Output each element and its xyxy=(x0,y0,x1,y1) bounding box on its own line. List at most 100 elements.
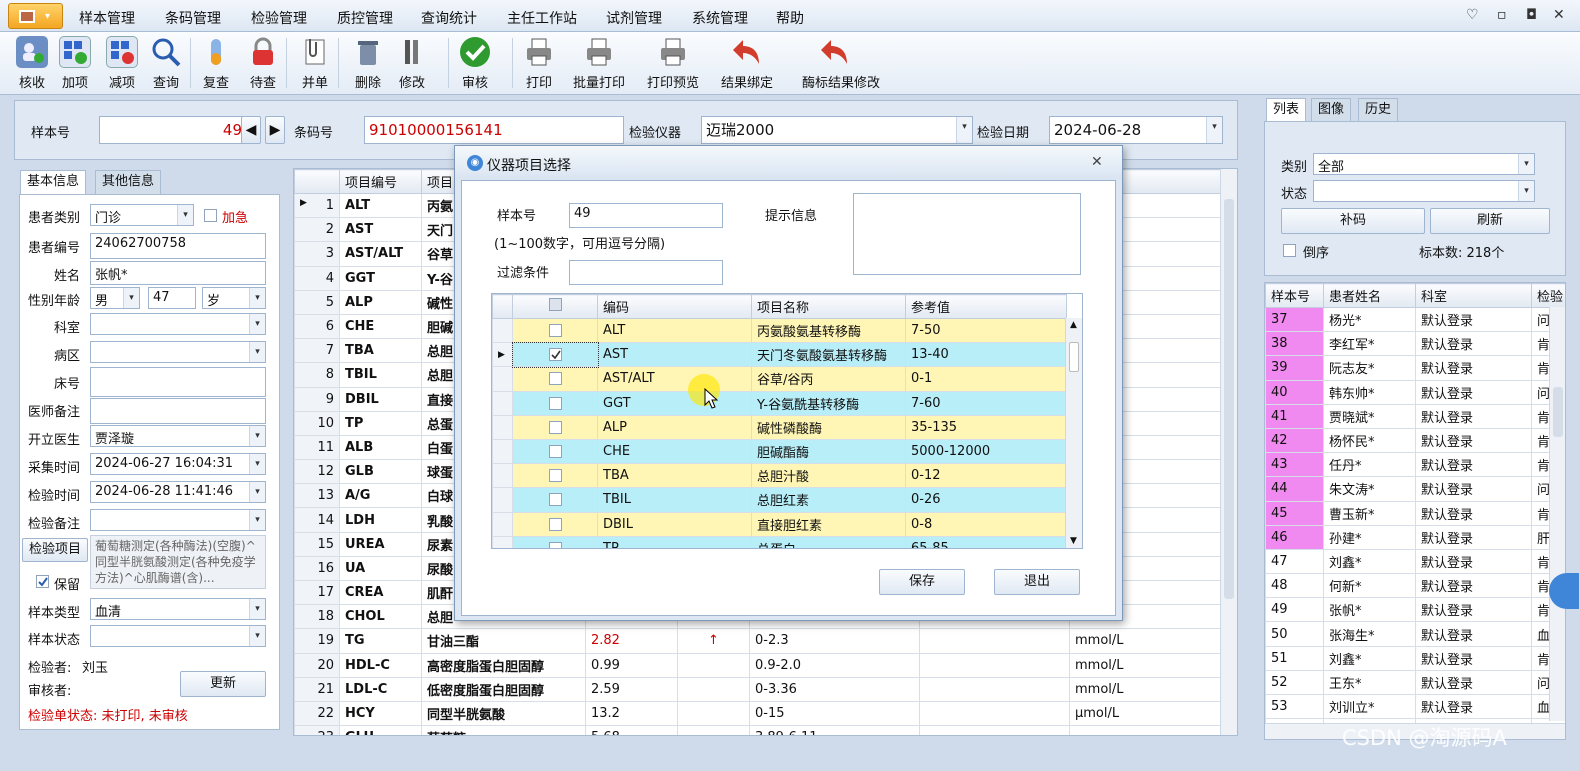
modify-button[interactable]: 修改 xyxy=(385,34,439,92)
scroll-down-icon[interactable]: ▼ xyxy=(1070,536,1077,546)
gender-select[interactable]: 男 ▾ xyxy=(90,287,140,309)
tab-other-info[interactable]: 其他信息 xyxy=(95,170,162,194)
category-select[interactable]: 全部 ▾ xyxy=(1313,153,1535,175)
menu-item[interactable]: 质控管理 xyxy=(337,8,393,28)
prev-sample-button[interactable]: ◀ xyxy=(241,116,261,144)
item-checkbox[interactable] xyxy=(548,348,562,362)
result-value[interactable]: 2.82 xyxy=(585,628,678,654)
sample-list-row[interactable]: 46 孙建* 默认登录肝 xyxy=(1265,524,1565,550)
menu-item[interactable]: 主任工作站 xyxy=(507,8,577,28)
item-checkbox[interactable] xyxy=(548,324,562,338)
test-note-select[interactable]: ▾ xyxy=(90,509,266,531)
dialog-item-row[interactable]: ALP 碱性磷酸酶 35-135 xyxy=(492,414,1067,440)
result-row[interactable]: 22 HCY 同型半胱氨酸 13.2 0-15 μmol/L xyxy=(294,700,1223,727)
result-value[interactable]: 5.68 xyxy=(585,725,678,735)
name-input[interactable]: 张帆* xyxy=(90,261,266,285)
refresh-button[interactable]: 刷新 xyxy=(1430,208,1550,234)
close-icon[interactable]: ✕ xyxy=(1091,154,1103,170)
supplement-button[interactable]: 补码 xyxy=(1281,208,1425,234)
dialog-item-row[interactable]: DBIL 直接胆红素 0-8 xyxy=(492,511,1067,537)
age-input[interactable]: 47 xyxy=(148,287,196,309)
dialog-item-row[interactable]: ALT 丙氨酸氨基转移酶 7-50 xyxy=(492,317,1067,344)
tab-history[interactable]: 历史 xyxy=(1358,98,1399,122)
bed-input[interactable] xyxy=(90,367,266,397)
tab-list[interactable]: 列表 xyxy=(1266,98,1307,122)
item-checkbox[interactable] xyxy=(548,517,562,531)
elisa-modify-button[interactable]: 酶标结果修改 xyxy=(802,34,880,92)
doctor-note-input[interactable] xyxy=(90,398,266,424)
patient-type-select[interactable]: 门诊 ▾ xyxy=(90,204,194,226)
keep-checkbox[interactable] xyxy=(36,575,49,588)
save-button[interactable]: 保存 xyxy=(879,569,965,595)
result-row[interactable]: 20 HDL-C 高密度脂蛋白胆固醇 0.99 0.9-2.0 mmol/L xyxy=(294,652,1223,678)
age-unit-select[interactable]: 岁 ▾ xyxy=(202,287,266,309)
menu-item[interactable]: 查询统计 xyxy=(421,8,477,28)
restore-icon[interactable]: ▫ xyxy=(1497,7,1507,23)
dialog-grid-scrollbar[interactable]: ▲ ▼ xyxy=(1065,318,1082,548)
merge-button[interactable]: 并单 xyxy=(288,34,342,92)
print-button[interactable]: 打印 xyxy=(512,34,566,92)
item-checkbox[interactable] xyxy=(548,541,562,548)
doctor-select[interactable]: 贾泽璇 ▾ xyxy=(90,425,266,447)
result-value[interactable]: 0.99 xyxy=(585,652,678,678)
maximize-icon[interactable]: ◘ xyxy=(1526,7,1537,23)
update-button[interactable]: 更新 xyxy=(180,671,266,697)
item-checkbox[interactable] xyxy=(548,469,562,483)
result-value[interactable]: 2.59 xyxy=(585,676,678,702)
sample-list-row[interactable]: 52 王东* 默认登录问 xyxy=(1265,669,1565,696)
item-checkbox[interactable] xyxy=(548,493,562,507)
dialog-item-row[interactable]: TBA 总胆汁酸 0-12 xyxy=(492,463,1067,489)
select-all-checkbox[interactable] xyxy=(548,298,562,311)
menu-item[interactable]: 帮助 xyxy=(776,8,804,28)
menu-item[interactable]: 检验管理 xyxy=(251,8,307,28)
dept-select[interactable]: ▾ xyxy=(90,313,266,335)
app-menu-button[interactable]: ▾ xyxy=(8,3,63,29)
test-items-button[interactable]: 检验项目 xyxy=(22,538,88,562)
test-time-picker[interactable]: 2024-06-28 11:41:46 ▾ xyxy=(90,481,266,503)
sample-list-row[interactable]: 51 刘鑫* 默认登录肯 xyxy=(1265,645,1565,671)
exit-button[interactable]: 退出 xyxy=(994,569,1080,595)
item-checkbox[interactable] xyxy=(548,445,562,459)
sample-list-row[interactable]: 45 曹玉新* 默认登录肯 xyxy=(1265,500,1565,526)
barcode-input[interactable]: 91010000156141 xyxy=(364,116,624,144)
tab-image[interactable]: 图像 xyxy=(1311,98,1352,122)
sample-list-row[interactable]: 37 杨光* 默认登录问 xyxy=(1265,306,1565,333)
date-picker[interactable]: 2024-06-28 ▾ xyxy=(1049,116,1223,144)
tab-basic-info[interactable]: 基本信息 xyxy=(20,170,87,194)
collect-time-picker[interactable]: 2024-06-27 16:04:31 ▾ xyxy=(90,453,266,475)
sample-list-row[interactable]: 48 何新* 默认登录肯 xyxy=(1265,573,1565,599)
sample-list-row[interactable]: 40 韩东帅* 默认登录问 xyxy=(1265,379,1565,405)
sample-list-row[interactable]: 43 任丹* 默认登录肯 xyxy=(1265,452,1565,478)
item-checkbox[interactable] xyxy=(548,372,562,386)
dialog-item-row[interactable]: GGT Y-谷氨酰基转移酶 7-60 xyxy=(492,390,1067,416)
sample-type-select[interactable]: 血清 ▾ xyxy=(90,598,266,620)
dialog-item-row[interactable]: TBIL 总胆红素 0-26 xyxy=(492,487,1067,513)
sample-list-row[interactable]: 41 贾晓斌* 默认登录肯 xyxy=(1265,403,1565,429)
bind-result-button[interactable]: 结果绑定 xyxy=(720,34,774,92)
side-float-icon[interactable] xyxy=(1549,573,1579,609)
instrument-select[interactable]: 迈瑞2000 ▾ xyxy=(701,116,973,144)
sample-no-input[interactable]: 49 xyxy=(99,116,247,144)
sample-list-row[interactable]: 50 张海生* 默认登录血 xyxy=(1265,621,1565,647)
urgent-checkbox[interactable] xyxy=(204,209,217,222)
print-preview-button[interactable]: 打印预览 xyxy=(646,34,700,92)
dialog-item-row[interactable]: ▶ AST 天门冬氨酸氨基转移酶 13-40 xyxy=(492,341,1067,368)
dialog-item-row[interactable]: AST/ALT 谷草/谷丙 0-1 xyxy=(492,366,1067,392)
sample-state-select[interactable]: ▾ xyxy=(90,625,266,647)
reverse-checkbox[interactable] xyxy=(1283,244,1296,257)
menu-item[interactable]: 系统管理 xyxy=(692,8,748,28)
sample-list-row[interactable]: 38 李红军* 默认登录肯 xyxy=(1265,331,1565,357)
filter-input[interactable] xyxy=(569,260,723,285)
result-row[interactable]: 23GLU葡萄糖5.68 3.89-6.11 xyxy=(294,725,1223,735)
patient-id-input[interactable]: 24062700758 xyxy=(90,233,266,259)
sample-list-row[interactable]: 47 刘鑫* 默认登录肯 xyxy=(1265,548,1565,575)
item-checkbox[interactable] xyxy=(548,420,562,434)
close-icon[interactable]: ✕ xyxy=(1553,7,1565,23)
result-row[interactable]: 19 TG 甘油三酯 2.82 ↑ 0-2.3 mmol/L xyxy=(294,628,1223,654)
state-select[interactable]: ▾ xyxy=(1313,180,1535,202)
sample-list-row[interactable]: 49 张帆* 默认登录肯 xyxy=(1265,597,1565,623)
sample-list-row[interactable]: 39 阮志友* 默认登录肯 xyxy=(1265,355,1565,381)
approve-button[interactable]: 审核 xyxy=(448,34,502,92)
tip-textarea[interactable] xyxy=(853,193,1081,275)
menu-item[interactable]: 条码管理 xyxy=(165,8,221,28)
